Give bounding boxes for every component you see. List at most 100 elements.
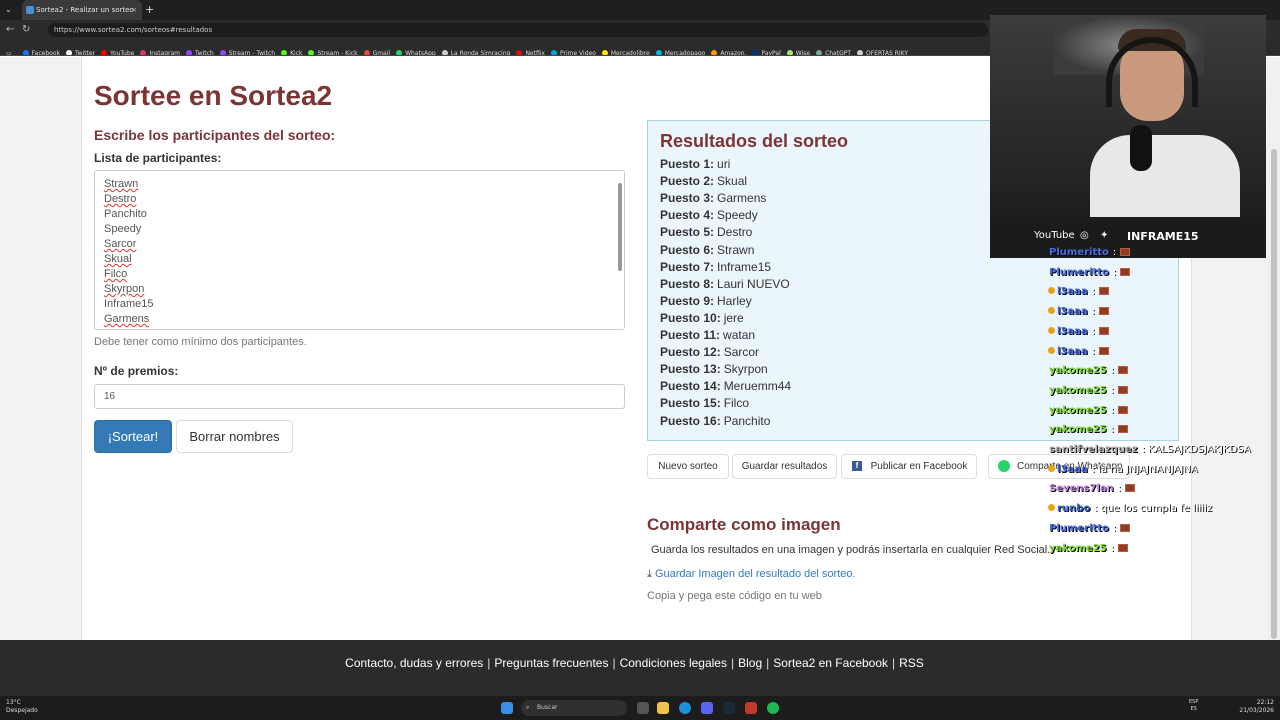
chat-message: runbo: que los cumpla fe liiiiz (1048, 503, 1212, 514)
participant-entry: Inframe15 (104, 298, 154, 310)
close-tab-icon[interactable]: × (131, 0, 137, 20)
result-position: Puesto 7: (660, 259, 715, 274)
chat-emote-icon (1124, 484, 1135, 493)
chat-text: : (1091, 325, 1096, 337)
app-icon[interactable] (745, 702, 757, 714)
bookmark-item[interactable]: Kick (281, 46, 302, 55)
reload-icon[interactable]: ↻ (22, 20, 30, 40)
chat-username: yakome25 (1049, 404, 1107, 416)
bookmark-label: Stream - Kick (317, 50, 358, 56)
discord-icon[interactable] (701, 702, 713, 714)
chat-text: : (1110, 542, 1115, 554)
bookmark-item[interactable]: Instagram (140, 46, 180, 55)
bookmark-favicon-icon (396, 50, 403, 55)
start-icon[interactable] (501, 702, 513, 714)
bookmark-item[interactable]: Twitter (65, 46, 95, 55)
result-name: jere (723, 310, 744, 325)
weather-widget[interactable]: 13°C Despejado (6, 699, 38, 715)
result-position: Puesto 6: (660, 242, 715, 257)
bookmark-item[interactable]: La Ronda Simracing (441, 46, 510, 55)
footer-link[interactable]: Blog (738, 656, 762, 670)
chat-username: runbo (1057, 503, 1091, 515)
footer-link[interactable]: Sortea2 en Facebook (773, 656, 888, 670)
draw-button[interactable]: ¡Sortear! (94, 420, 172, 453)
chat-username: l3aaa (1057, 306, 1088, 318)
footer-link[interactable]: Contacto, dudas y errores (345, 656, 483, 670)
chat-message: santifvelazquez: KALSAJKDSJAKJKDSA (1049, 444, 1251, 455)
youtube-label: YouTube (1034, 230, 1075, 241)
task-view-icon[interactable] (637, 702, 649, 714)
bookmark-item[interactable]: YouTube (101, 46, 134, 55)
browser-tab[interactable]: Sortea2 - Realizar un sorteo × (22, 0, 142, 20)
textarea-scrollbar[interactable] (618, 175, 622, 327)
result-name: Skual (717, 174, 748, 189)
bookmark-item[interactable]: Wise (786, 46, 810, 55)
taskbar-search[interactable]: ⌕ Buscar (521, 700, 627, 716)
footer-link[interactable]: RSS (899, 656, 924, 670)
bookmark-item[interactable]: Amazon. (711, 46, 746, 55)
microphone-icon (1130, 125, 1152, 171)
bookmark-item[interactable]: WhatsApp (396, 46, 436, 55)
embed-code-label: Copia y pega este código en tu web (647, 590, 822, 602)
page-scrollbar[interactable] (1268, 57, 1280, 640)
chat-username: l3aaa (1057, 345, 1088, 357)
bookmark-item[interactable]: ChatGPT (816, 46, 851, 55)
language-indicator[interactable]: ESP ES (1189, 699, 1198, 713)
bookmark-item[interactable]: Mercadopago (655, 46, 705, 55)
scrollbar-thumb[interactable] (1271, 149, 1277, 639)
weather-condition: Despejado (6, 707, 38, 714)
spotify-icon[interactable] (767, 702, 779, 714)
participant-entry: Filco (104, 268, 128, 280)
footer-link[interactable]: Preguntas frecuentes (494, 656, 608, 670)
prizes-input[interactable]: 16 (94, 384, 625, 409)
bookmark-item[interactable]: Twitch (186, 46, 214, 55)
result-name: Harley (717, 293, 752, 308)
result-row: Puesto 5: Destro (660, 225, 752, 239)
footer-link[interactable]: Condiciones legales (620, 656, 727, 670)
bookmark-item[interactable]: OFERTAS RIKY (857, 46, 908, 55)
save-image-link[interactable]: ⤓ Guardar Imagen del resultado del sorte… (647, 568, 856, 581)
edge-icon[interactable] (679, 702, 691, 714)
bookmark-favicon-icon (219, 50, 226, 55)
bookmark-favicon-icon (857, 50, 864, 55)
tab-title: Sortea2 - Realizar un sorteo (36, 6, 134, 14)
bookmark-item[interactable]: Netflix (516, 46, 545, 55)
bookmark-item[interactable]: Gmail (363, 46, 391, 56)
back-icon[interactable]: ← (6, 20, 14, 40)
system-clock[interactable]: 22:12 21/03/2026 (1239, 699, 1274, 715)
chat-text: : la na JNJAJNANJAJNA (1091, 463, 1198, 475)
bookmark-favicon-icon (281, 50, 288, 55)
bookmark-item[interactable]: Facebook (22, 46, 60, 55)
steam-icon[interactable] (723, 702, 735, 714)
publish-facebook-button[interactable]: f Publicar en Facebook (841, 454, 977, 479)
file-explorer-icon[interactable] (657, 702, 669, 714)
save-results-button[interactable]: Guardar resultados (732, 454, 837, 479)
result-position: Puesto 13: (660, 362, 721, 377)
bookmark-label: PayPal (761, 50, 781, 56)
bookmark-item[interactable]: Mercadolibre (601, 46, 650, 55)
chat-emote-icon (1099, 326, 1110, 335)
url-field[interactable]: https://www.sortea2.com/sorteos#resultad… (48, 23, 988, 37)
chat-message: yakome25: (1049, 542, 1129, 554)
bookmark-item[interactable]: Stream - Twitch (219, 46, 275, 55)
clear-names-button[interactable]: Borrar nombres (176, 420, 293, 453)
participant-entry: Skual (104, 253, 132, 265)
result-position: Puesto 15: (660, 396, 721, 411)
bookmark-label: Gmail (372, 50, 391, 56)
bookmark-favicon-icon (786, 50, 793, 55)
bookmark-item[interactable]: Stream - Kick (308, 46, 358, 56)
bookmark-item[interactable]: Prime Video (550, 46, 596, 55)
chat-username: Plumeritto (1049, 522, 1109, 534)
bookmark-item[interactable]: PayPal (752, 46, 781, 56)
chat-message: l3aaa: (1048, 286, 1110, 297)
participants-textarea[interactable]: Strawn Destro Panchito Speedy Sarcor Skual Fil… (94, 170, 625, 330)
twitter-icon: ✦ (1100, 230, 1109, 241)
bookmarks-menu-icon[interactable]: ▭ (6, 46, 12, 55)
whatsapp-icon (998, 460, 1010, 472)
new-draw-button[interactable]: Nuevo sorteo (647, 454, 729, 479)
tab-search-icon[interactable]: ⌄ (5, 0, 12, 20)
new-tab-icon[interactable]: + (145, 0, 154, 20)
chat-text: : (1110, 384, 1115, 396)
result-row: Puesto 15: Filco (660, 396, 749, 410)
result-name: Panchito (723, 413, 771, 428)
